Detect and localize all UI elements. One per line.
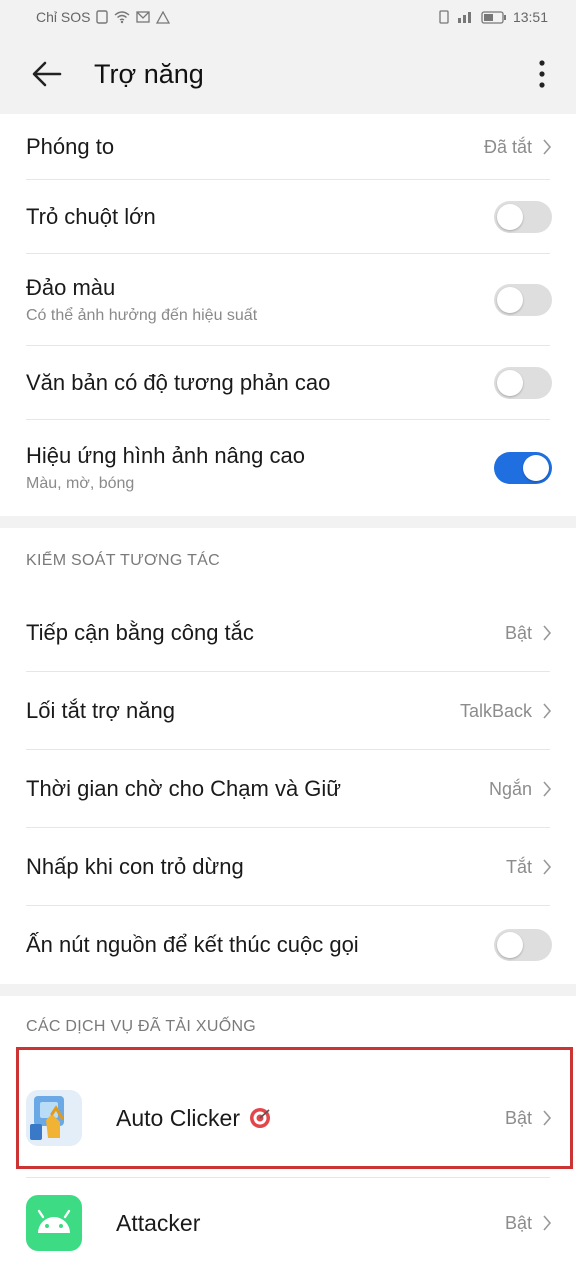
status-bar: Chỉ SOS 13:51 bbox=[0, 0, 576, 34]
row-value: Ngắn bbox=[488, 778, 532, 799]
enhanced-visual-effects-row[interactable]: Hiệu ứng hình ảnh nâng cao Màu, mờ, bóng bbox=[0, 420, 576, 516]
display-settings-card: Phóng to Đã tắt Trỏ chuột lớn Đảo màu Có… bbox=[0, 114, 576, 516]
sim-icon bbox=[96, 10, 109, 24]
row-label: Tiếp cận bằng công tắc bbox=[26, 620, 254, 645]
row-label: Đảo màu bbox=[26, 275, 116, 300]
page-title: Trợ năng bbox=[94, 58, 204, 89]
battery-icon bbox=[481, 10, 506, 24]
section-divider bbox=[0, 516, 576, 528]
android-icon bbox=[26, 1195, 82, 1251]
chevron-right-icon bbox=[543, 625, 552, 641]
row-value: Đã tắt bbox=[483, 136, 532, 157]
chevron-right-icon bbox=[543, 859, 552, 875]
arrow-left-icon bbox=[32, 61, 62, 87]
touch-hold-delay-row[interactable]: Thời gian chờ cho Chạm và Giữ Ngắn bbox=[0, 750, 576, 828]
signal-icon bbox=[457, 12, 471, 23]
magnification-row[interactable]: Phóng to Đã tắt bbox=[0, 114, 576, 180]
more-vertical-icon bbox=[539, 60, 545, 88]
row-label: Nhấp khi con trỏ dừng bbox=[26, 854, 244, 879]
more-options-button[interactable] bbox=[530, 54, 554, 94]
service-name: Auto Clicker bbox=[116, 1104, 240, 1131]
enhanced-visual-effects-toggle[interactable] bbox=[494, 452, 552, 484]
row-subtitle: Có thể ảnh hưởng đến hiệu suất bbox=[26, 307, 258, 324]
carrier-text: Chỉ SOS bbox=[36, 9, 91, 25]
large-pointer-row[interactable]: Trỏ chuột lớn bbox=[0, 180, 576, 254]
chevron-right-icon bbox=[543, 1110, 552, 1126]
row-value: Bật bbox=[504, 622, 532, 643]
downloaded-services-card: CÁC DỊCH VỤ ĐÃ TẢI XUỐNG Auto Clicker Bậ… bbox=[0, 996, 576, 1268]
chevron-right-icon bbox=[543, 1215, 552, 1231]
clock-text: 13:51 bbox=[512, 9, 548, 25]
row-value: Bật bbox=[504, 1107, 532, 1128]
back-button[interactable] bbox=[30, 57, 64, 91]
section-header-downloaded: CÁC DỊCH VỤ ĐÃ TẢI XUỐNG bbox=[0, 996, 576, 1058]
row-label: Lối tắt trợ năng bbox=[26, 698, 175, 723]
accessibility-shortcut-row[interactable]: Lối tắt trợ năng TalkBack bbox=[0, 672, 576, 750]
service-row-auto-clicker[interactable]: Auto Clicker Bật bbox=[0, 1058, 576, 1178]
color-inversion-row[interactable]: Đảo màu Có thể ảnh hưởng đến hiệu suất bbox=[0, 254, 576, 346]
interaction-control-card: KIỂM SOÁT TƯƠNG TÁC Tiếp cận bằng công t… bbox=[0, 528, 576, 984]
row-label: Văn bản có độ tương phản cao bbox=[26, 370, 331, 395]
large-pointer-toggle[interactable] bbox=[494, 201, 552, 233]
vibrate-icon bbox=[439, 10, 449, 24]
color-inversion-toggle[interactable] bbox=[494, 284, 552, 316]
row-label: Hiệu ứng hình ảnh nâng cao bbox=[26, 443, 305, 468]
app-bar: Trợ năng bbox=[0, 34, 576, 114]
row-value: Tắt bbox=[505, 856, 532, 877]
dwell-click-row[interactable]: Nhấp khi con trỏ dừng Tắt bbox=[0, 828, 576, 906]
target-icon bbox=[249, 1108, 270, 1128]
row-label: Thời gian chờ cho Chạm và Giữ bbox=[26, 776, 342, 801]
chevron-right-icon bbox=[543, 781, 552, 797]
service-name: Attacker bbox=[116, 1209, 201, 1236]
chevron-right-icon bbox=[543, 139, 552, 155]
service-row-attacker[interactable]: Attacker Bật bbox=[0, 1178, 576, 1268]
high-contrast-text-row[interactable]: Văn bản có độ tương phản cao bbox=[0, 346, 576, 420]
power-button-ends-call-row[interactable]: Ấn nút nguồn để kết thúc cuộc gọi bbox=[0, 906, 576, 984]
row-label: Trỏ chuột lớn bbox=[26, 204, 156, 229]
section-divider bbox=[0, 984, 576, 996]
wifi-icon bbox=[115, 11, 130, 24]
warning-icon bbox=[156, 10, 171, 24]
power-button-ends-call-toggle[interactable] bbox=[494, 929, 552, 961]
chevron-right-icon bbox=[543, 703, 552, 719]
row-label: Phóng to bbox=[26, 134, 115, 159]
auto-clicker-icon bbox=[26, 1090, 82, 1146]
section-header-interaction: KIỂM SOÁT TƯƠNG TÁC bbox=[0, 528, 576, 594]
row-value: Bật bbox=[504, 1212, 532, 1233]
switch-access-row[interactable]: Tiếp cận bằng công tắc Bật bbox=[0, 594, 576, 672]
row-value: TalkBack bbox=[459, 700, 532, 721]
nfc-icon bbox=[136, 11, 151, 23]
high-contrast-text-toggle[interactable] bbox=[494, 367, 552, 399]
row-label: Ấn nút nguồn để kết thúc cuộc gọi bbox=[26, 932, 359, 957]
row-subtitle: Màu, mờ, bóng bbox=[26, 475, 135, 492]
